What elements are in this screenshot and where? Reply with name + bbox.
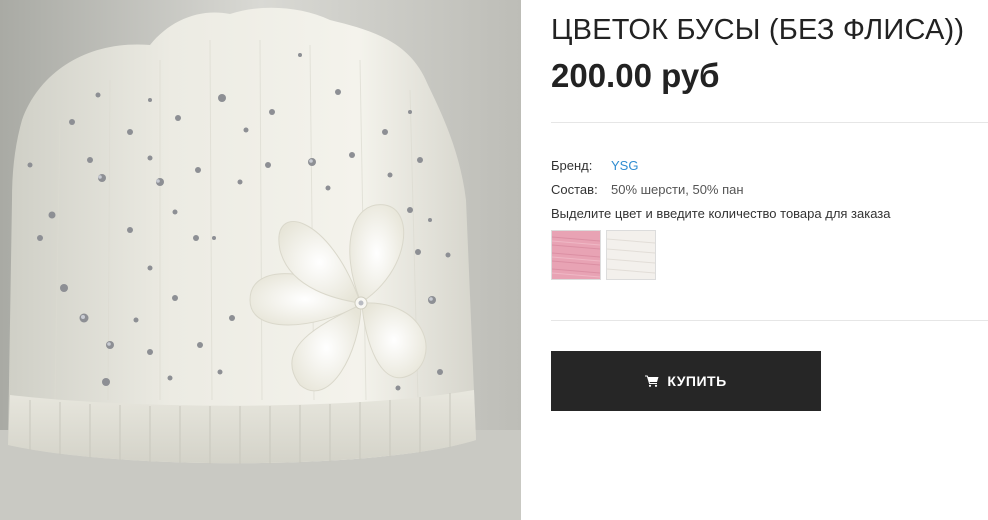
divider — [551, 320, 988, 321]
product-page: ЦВЕТОК БУСЫ (БЕЗ ФЛИСА)) 200.00 руб Брен… — [0, 0, 988, 520]
color-swatch-white[interactable] — [606, 230, 656, 280]
composition-value: 50% шерсти, 50% пан — [611, 182, 744, 197]
brand-row: Бренд: YSG — [551, 158, 638, 173]
brand-label: Бренд: — [551, 158, 593, 173]
color-swatch-pink[interactable] — [551, 230, 601, 280]
white-yarn-icon — [607, 231, 655, 279]
divider — [551, 122, 988, 123]
cart-icon — [645, 375, 659, 387]
product-price: 200.00 руб — [551, 57, 720, 94]
color-swatches — [551, 230, 656, 280]
brand-link[interactable]: YSG — [611, 158, 638, 173]
product-details: ЦВЕТОК БУСЫ (БЕЗ ФЛИСА)) 200.00 руб Брен… — [551, 0, 988, 520]
composition-label: Состав: — [551, 182, 598, 197]
composition-row: Состав: 50% шерсти, 50% пан — [551, 182, 744, 197]
buy-button[interactable]: КУПИТЬ — [551, 351, 821, 411]
order-instruction: Выделите цвет и введите количество товар… — [551, 206, 891, 221]
buy-button-label: КУПИТЬ — [667, 373, 727, 389]
pink-yarn-icon — [552, 231, 600, 279]
product-title: ЦВЕТОК БУСЫ (БЕЗ ФЛИСА)) — [551, 14, 965, 46]
product-image[interactable] — [0, 0, 521, 520]
